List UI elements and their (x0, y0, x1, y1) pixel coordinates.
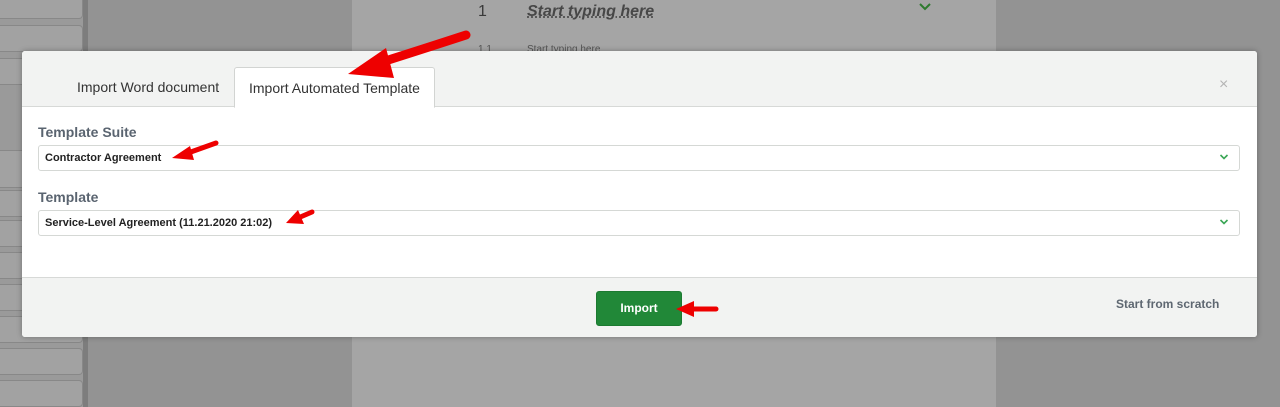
import-button[interactable]: Import (596, 291, 682, 326)
sidebar-button[interactable] (0, 25, 83, 52)
chevron-down-icon (1219, 219, 1229, 225)
template-label: Template (38, 189, 99, 205)
start-from-scratch-link[interactable]: Start from scratch (1116, 297, 1219, 311)
chevron-down-icon[interactable] (918, 0, 932, 17)
template-suite-select[interactable]: Contractor Agreement (38, 145, 1240, 171)
template-select[interactable]: Service-Level Agreement (11.21.2020 21:0… (38, 210, 1240, 236)
sidebar-button[interactable] (0, 348, 83, 375)
clause-number: 1 (478, 3, 487, 20)
chevron-down-icon (1219, 154, 1229, 160)
tab-import-automated-template[interactable]: Import Automated Template (234, 67, 435, 108)
template-value: Service-Level Agreement (11.21.2020 21:0… (45, 217, 273, 229)
close-icon[interactable]: × (1219, 77, 1228, 93)
tab-import-word-document[interactable]: Import Word document (63, 67, 233, 108)
dialog-tabs: Import Word document Import Automated Te… (22, 51, 1257, 108)
template-suite-label: Template Suite (38, 124, 137, 140)
template-suite-value: Contractor Agreement (45, 152, 162, 164)
clause-text[interactable]: Start typing here (527, 3, 654, 21)
sidebar-button[interactable] (0, 0, 83, 19)
sidebar-button[interactable] (0, 380, 83, 407)
dialog-footer: Import Start from scratch (22, 277, 1257, 337)
import-dialog: Import Word document Import Automated Te… (22, 51, 1257, 337)
